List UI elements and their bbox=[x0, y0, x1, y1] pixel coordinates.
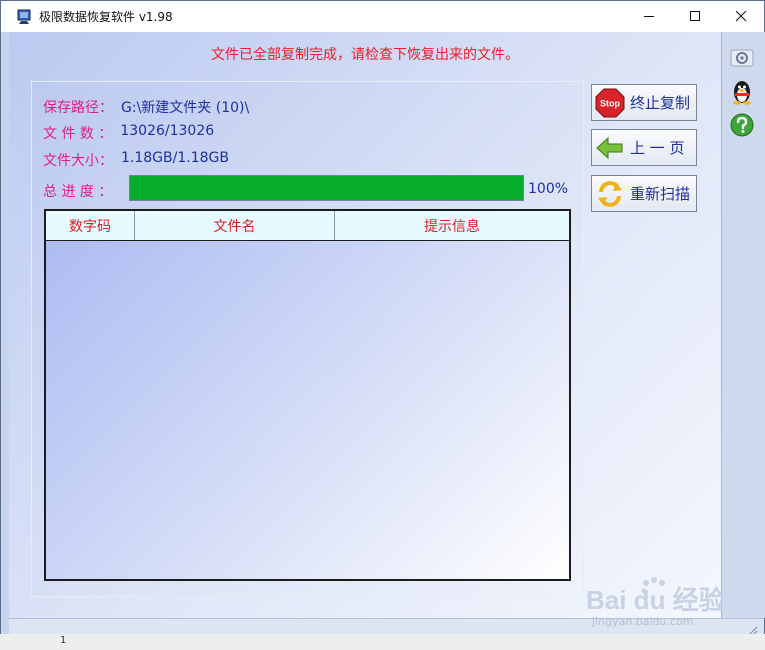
stop-copy-button[interactable]: Stop 终止复制 bbox=[591, 84, 697, 121]
taskbar-strip: 1 bbox=[0, 634, 765, 650]
main-panel: 保存路径： G:\新建文件夹 (10)\ 文 件 数 ： 13026/13026… bbox=[31, 81, 584, 597]
arrow-left-icon bbox=[595, 133, 625, 163]
column-header-info[interactable]: 提示信息 bbox=[335, 211, 569, 240]
progress-fill bbox=[130, 176, 523, 200]
maximize-button[interactable] bbox=[672, 1, 718, 32]
app-logo-icon bbox=[17, 9, 31, 25]
save-path-value: G:\新建文件夹 (10)\ bbox=[121, 100, 250, 116]
progress-percent: 100% bbox=[528, 181, 569, 197]
file-count-value: 13026/13026 bbox=[120, 123, 215, 139]
file-size-value: 1.18GB/1.18GB bbox=[121, 150, 229, 166]
refresh-icon bbox=[595, 179, 625, 209]
title-bar[interactable]: 极限数据恢复软件 v1.98 bbox=[1, 1, 764, 32]
file-count-label: 文 件 数 ： bbox=[43, 126, 113, 142]
resize-grip-icon[interactable] bbox=[746, 621, 758, 636]
app-window: 极限数据恢复软件 v1.98 文件已全部复制完成，请检查下恢复出来的文件。 保存… bbox=[0, 0, 765, 650]
status-message: 文件已全部复制完成，请检查下恢复出来的文件。 bbox=[211, 47, 519, 63]
table-header: 数字码 文件名 提示信息 bbox=[46, 211, 569, 241]
close-icon bbox=[735, 11, 746, 22]
close-button[interactable] bbox=[718, 1, 764, 32]
progress-row: 总 进 度 ： bbox=[43, 181, 112, 201]
progress-label: 总 进 度 ： bbox=[43, 184, 113, 200]
settings-icon[interactable] bbox=[728, 44, 756, 70]
window-title: 极限数据恢复软件 v1.98 bbox=[39, 10, 173, 24]
file-size-label: 文件大小： bbox=[43, 153, 113, 169]
minimize-button[interactable] bbox=[626, 1, 672, 32]
file-size-row: 文件大小： 1.18GB/1.18GB bbox=[43, 150, 229, 170]
stop-sign-icon: Stop bbox=[595, 88, 625, 118]
previous-page-button[interactable]: 上 一 页 bbox=[591, 129, 697, 166]
stop-sign-text: Stop bbox=[600, 98, 620, 108]
window-controls bbox=[626, 1, 764, 32]
maximize-icon bbox=[689, 11, 700, 21]
file-count-row: 文 件 数 ： 13026/13026 bbox=[43, 123, 214, 143]
help-icon[interactable] bbox=[728, 112, 756, 138]
watermark-text: Bai du 经验 bbox=[586, 585, 724, 615]
taskbar-number: 1 bbox=[60, 635, 67, 646]
client-area: 文件已全部复制完成，请检查下恢复出来的文件。 保存路径： G:\新建文件夹 (1… bbox=[9, 32, 721, 618]
right-toolbar bbox=[721, 32, 765, 618]
progress-bar bbox=[129, 175, 524, 201]
rescan-button[interactable]: 重新扫描 bbox=[591, 175, 697, 212]
save-path-row: 保存路径： G:\新建文件夹 (10)\ bbox=[43, 97, 249, 117]
column-header-filename[interactable]: 文件名 bbox=[135, 211, 335, 240]
save-path-label: 保存路径： bbox=[43, 100, 113, 116]
previous-page-label: 上 一 页 bbox=[630, 139, 685, 157]
column-header-code[interactable]: 数字码 bbox=[46, 211, 135, 240]
qq-penguin-icon[interactable] bbox=[728, 79, 756, 105]
minimize-icon bbox=[643, 16, 654, 17]
stop-copy-label: 终止复制 bbox=[630, 94, 691, 112]
file-table[interactable]: 数字码 文件名 提示信息 bbox=[44, 209, 571, 581]
rescan-label: 重新扫描 bbox=[630, 185, 691, 203]
watermark-url: jingyan.baidu.com bbox=[592, 615, 694, 628]
